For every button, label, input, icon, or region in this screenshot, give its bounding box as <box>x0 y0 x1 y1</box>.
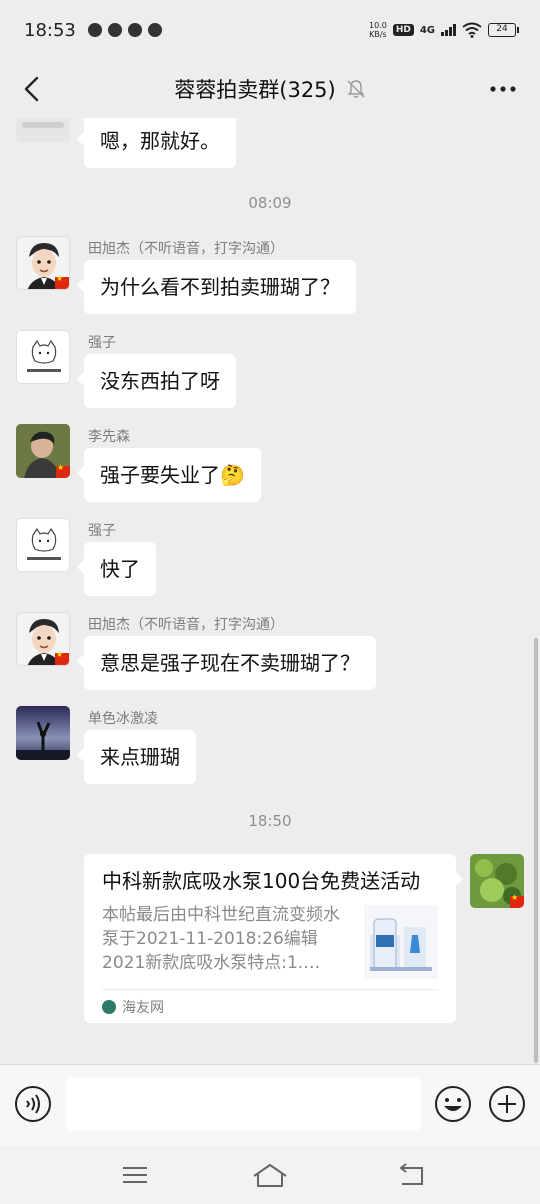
timestamp: 08:09 <box>248 194 292 212</box>
net-speed: 10.0 KB/s <box>369 21 387 39</box>
flag-icon <box>510 893 524 908</box>
card-body: 本帖最后由中科世纪直流变频水泵于2021-11-2018:26编辑2021新款底… <box>102 903 438 979</box>
home-icon[interactable] <box>252 1160 288 1190</box>
avatar[interactable] <box>470 854 524 908</box>
chat-header: 蓉蓉拍卖群(325) <box>0 60 540 118</box>
more-dots-icon[interactable] <box>488 74 518 104</box>
message-bubble[interactable]: 快了 <box>77 542 156 596</box>
app-notification-icon <box>107 23 122 37</box>
voice-icon[interactable] <box>14 1085 52 1123</box>
notification-icons <box>87 23 162 37</box>
signal-icon <box>441 24 456 36</box>
card-description: 本帖最后由中科世纪直流变频水泵于2021-11-2018:26编辑2021新款底… <box>102 905 340 973</box>
message-input[interactable] <box>66 1077 421 1131</box>
bell-off-icon <box>347 80 365 98</box>
flag-icon <box>55 274 69 289</box>
card-source: 海友网 <box>102 989 438 1023</box>
group-title: 蓉蓉拍卖群(325) <box>174 78 336 102</box>
flag-icon <box>56 463 70 478</box>
avatar[interactable] <box>16 236 70 290</box>
avatar[interactable] <box>16 118 70 142</box>
source-logo-icon <box>102 999 116 1014</box>
network-type: 4G <box>419 24 435 36</box>
avatar[interactable] <box>16 330 70 384</box>
avatar[interactable] <box>16 706 70 760</box>
card-source-name: 海友网 <box>122 999 164 1016</box>
music-notification-icon <box>87 23 102 37</box>
avatar[interactable] <box>16 518 70 572</box>
back-nav-icon[interactable] <box>396 1160 426 1190</box>
menu-icon[interactable] <box>120 1160 150 1190</box>
hd-badge: HD <box>392 24 414 36</box>
status-time: 18:53 <box>24 19 76 41</box>
scrollbar[interactable] <box>534 638 538 1063</box>
avatar[interactable] <box>16 424 70 478</box>
message-bubble[interactable]: 意思是强子现在不卖珊瑚了？ <box>77 636 376 690</box>
sender-name: 田旭杰（不听语音，打字沟通） <box>88 241 284 257</box>
card-title: 中科新款底吸水泵100台免费送活动 <box>102 869 421 893</box>
net-speed-value: 10.0 <box>369 21 387 30</box>
message-bubble[interactable]: 为什么看不到拍卖珊瑚了？ <box>77 260 356 314</box>
message-bubble[interactable]: 强子要失业了🤔 <box>77 448 261 502</box>
message-bubble[interactable]: 来点珊瑚 <box>77 730 196 784</box>
sender-name: 强子 <box>88 523 116 539</box>
emoji-icon[interactable] <box>434 1085 472 1123</box>
wifi-icon <box>462 22 482 38</box>
title-wrap: 蓉蓉拍卖群(325) <box>174 74 365 104</box>
input-bar <box>0 1064 540 1146</box>
sender-name: 李先森 <box>88 429 130 445</box>
flag-icon <box>55 650 69 665</box>
chat-area[interactable]: 嗯，那就好。 08:09 田旭杰（不听语音，打字沟通） 为什么看不到拍卖珊瑚了？… <box>0 118 540 1064</box>
sender-name: 单色冰激凌 <box>88 711 158 727</box>
sender-name: 强子 <box>88 335 116 351</box>
timestamp: 18:50 <box>248 812 292 830</box>
system-nav <box>0 1146 540 1204</box>
avatar[interactable] <box>16 612 70 666</box>
back-icon[interactable] <box>18 74 48 104</box>
net-speed-unit: KB/s <box>369 30 387 39</box>
message-notification-icon <box>147 23 162 37</box>
plus-icon[interactable] <box>488 1085 526 1123</box>
card-thumbnail <box>364 905 438 979</box>
message-bubble[interactable]: 没东西拍了呀 <box>77 354 236 408</box>
shared-link-card[interactable]: 中科新款底吸水泵100台免费送活动 本帖最后由中科世纪直流变频水泵于2021-1… <box>84 854 463 1023</box>
sender-name: 田旭杰（不听语音，打字沟通） <box>88 617 284 633</box>
message-bubble[interactable]: 嗯，那就好。 <box>77 118 236 168</box>
sync-notification-icon <box>127 23 142 37</box>
battery-icon: 24 <box>488 23 519 37</box>
status-right: 10.0 KB/s HD 4G 24 <box>369 21 519 39</box>
status-bar: 18:53 10.0 KB/s HD 4G 24 <box>0 0 540 60</box>
